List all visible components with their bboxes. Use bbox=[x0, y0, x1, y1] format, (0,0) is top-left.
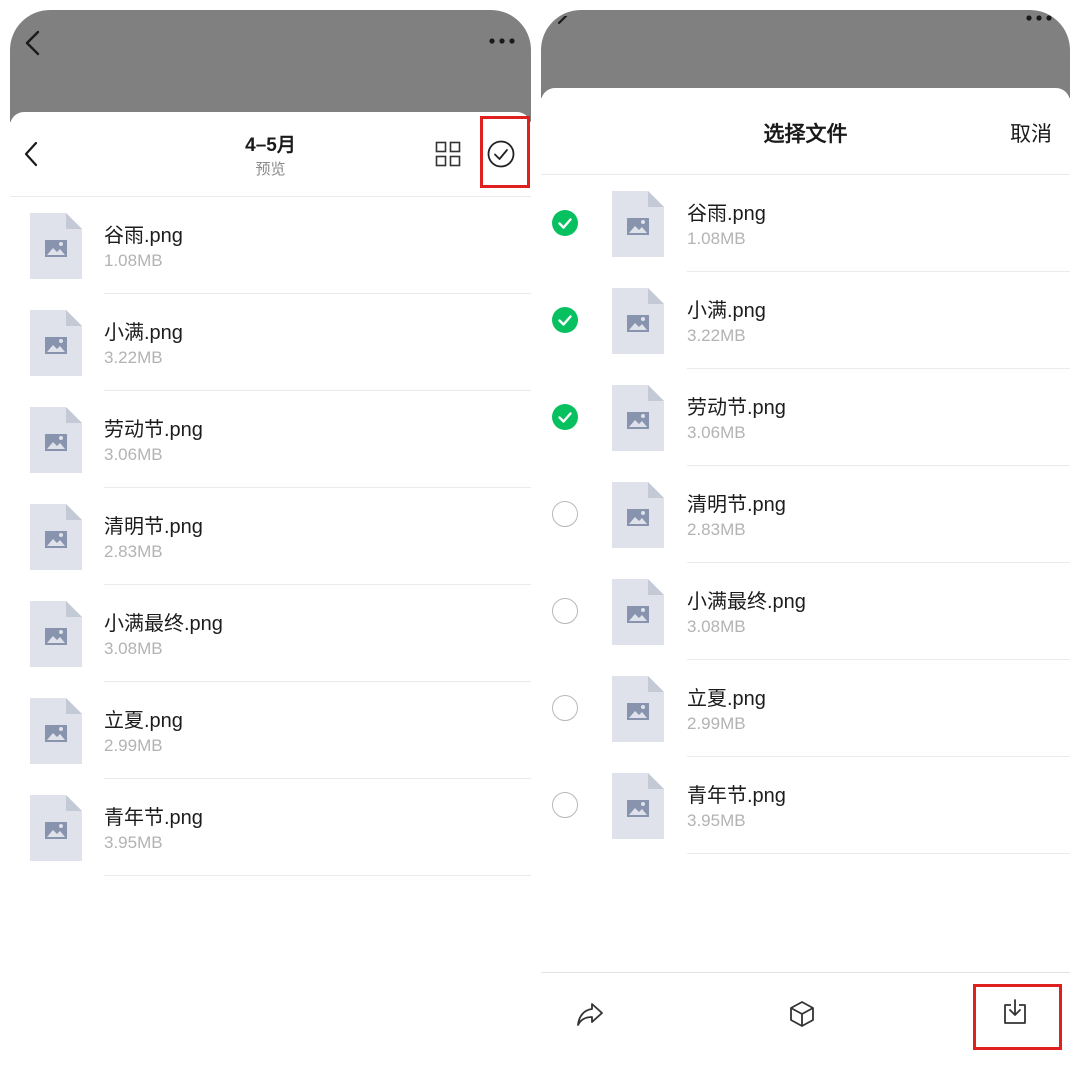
checked-circle-icon[interactable] bbox=[552, 404, 578, 430]
file-size: 1.08MB bbox=[104, 251, 163, 270]
file-name: 立夏.png bbox=[687, 688, 766, 710]
file-name: 清明节.png bbox=[104, 516, 203, 538]
highlight-box bbox=[480, 116, 530, 188]
image-file-icon bbox=[612, 773, 664, 839]
unchecked-circle-icon[interactable] bbox=[552, 695, 578, 721]
file-row[interactable]: 劳动节.png 3.06MB bbox=[541, 369, 1070, 466]
image-file-icon bbox=[30, 213, 82, 279]
file-size: 3.08MB bbox=[104, 639, 163, 658]
image-file-icon bbox=[612, 579, 664, 645]
background-overlay bbox=[10, 10, 531, 122]
checked-circle-icon[interactable] bbox=[552, 210, 578, 236]
file-name: 小满最终.png bbox=[687, 591, 806, 613]
file-size: 3.06MB bbox=[687, 423, 746, 442]
background-overlay bbox=[541, 10, 1070, 98]
image-file-icon bbox=[612, 676, 664, 742]
back-icon[interactable] bbox=[555, 16, 569, 32]
file-row[interactable]: 谷雨.png 1.08MB bbox=[541, 175, 1070, 272]
highlight-box bbox=[973, 984, 1062, 1050]
grid-view-icon[interactable] bbox=[435, 141, 461, 167]
cancel-button[interactable]: 取消 bbox=[1010, 118, 1052, 148]
row-divider bbox=[687, 853, 1070, 854]
back-icon[interactable] bbox=[24, 30, 42, 56]
file-size: 3.22MB bbox=[687, 326, 746, 345]
image-file-icon bbox=[30, 504, 82, 570]
file-size: 3.95MB bbox=[104, 833, 163, 852]
unchecked-circle-icon[interactable] bbox=[552, 792, 578, 818]
row-divider bbox=[104, 875, 531, 876]
image-file-icon bbox=[612, 191, 664, 257]
page-title: 选择文件 bbox=[763, 123, 848, 146]
file-row[interactable]: 青年节.png 3.95MB bbox=[10, 779, 531, 876]
file-name: 谷雨.png bbox=[104, 225, 183, 247]
file-row[interactable]: 小满.png 3.22MB bbox=[541, 272, 1070, 369]
file-row[interactable]: 谷雨.png 1.08MB bbox=[10, 197, 531, 294]
file-size: 1.08MB bbox=[687, 229, 746, 248]
unchecked-circle-icon[interactable] bbox=[552, 598, 578, 624]
file-size: 2.83MB bbox=[687, 520, 746, 539]
unchecked-circle-icon[interactable] bbox=[552, 501, 578, 527]
file-size: 3.95MB bbox=[687, 811, 746, 830]
file-size: 3.22MB bbox=[104, 348, 163, 367]
sheet-header: 选择文件 取消 bbox=[541, 88, 1070, 175]
file-row[interactable]: 小满.png 3.22MB bbox=[10, 294, 531, 391]
file-size: 2.99MB bbox=[104, 736, 163, 755]
file-name: 青年节.png bbox=[687, 785, 786, 807]
file-name: 谷雨.png bbox=[687, 203, 766, 225]
image-file-icon bbox=[30, 601, 82, 667]
file-row[interactable]: 清明节.png 2.83MB bbox=[541, 466, 1070, 563]
file-name: 劳动节.png bbox=[687, 397, 786, 419]
file-name: 劳动节.png bbox=[104, 419, 203, 441]
file-row[interactable]: 清明节.png 2.83MB bbox=[10, 488, 531, 585]
image-file-icon bbox=[30, 698, 82, 764]
file-name: 小满.png bbox=[104, 322, 183, 344]
box-icon[interactable] bbox=[789, 1000, 815, 1028]
left-screen: 4–5月 预览 谷雨.png 1.08MB 小满.png 3.22MB 劳动节.png 3… bbox=[10, 10, 531, 1072]
file-row[interactable]: 劳动节.png 3.06MB bbox=[10, 391, 531, 488]
file-size: 2.83MB bbox=[104, 542, 163, 561]
sheet-header: 4–5月 预览 bbox=[10, 112, 531, 197]
image-file-icon bbox=[30, 795, 82, 861]
checked-circle-icon[interactable] bbox=[552, 307, 578, 333]
file-row[interactable]: 立夏.png 2.99MB bbox=[10, 682, 531, 779]
file-row[interactable]: 小满最终.png 3.08MB bbox=[541, 563, 1070, 660]
select-sheet: 选择文件 取消 谷雨.png 1.08MB 小满.png 3.22MB 劳动节.png 3… bbox=[541, 88, 1070, 1072]
right-screen: 选择文件 取消 谷雨.png 1.08MB 小满.png 3.22MB 劳动节.png 3… bbox=[541, 10, 1070, 1072]
more-icon[interactable] bbox=[488, 37, 516, 45]
file-row[interactable]: 立夏.png 2.99MB bbox=[541, 660, 1070, 757]
image-file-icon bbox=[30, 310, 82, 376]
file-name: 小满.png bbox=[687, 300, 766, 322]
file-name: 清明节.png bbox=[687, 494, 786, 516]
more-icon[interactable] bbox=[1025, 14, 1053, 22]
image-file-icon bbox=[612, 385, 664, 451]
file-row[interactable]: 青年节.png 3.95MB bbox=[541, 757, 1070, 854]
share-icon[interactable] bbox=[576, 1001, 604, 1027]
image-file-icon bbox=[612, 482, 664, 548]
file-name: 小满最终.png bbox=[104, 613, 223, 635]
file-size: 3.08MB bbox=[687, 617, 746, 636]
file-size: 3.06MB bbox=[104, 445, 163, 464]
preview-sheet: 4–5月 预览 谷雨.png 1.08MB 小满.png 3.22MB 劳动节.png 3… bbox=[10, 112, 531, 1072]
file-size: 2.99MB bbox=[687, 714, 746, 733]
image-file-icon bbox=[612, 288, 664, 354]
file-name: 立夏.png bbox=[104, 710, 183, 732]
file-name: 青年节.png bbox=[104, 807, 203, 829]
file-row[interactable]: 小满最终.png 3.08MB bbox=[10, 585, 531, 682]
image-file-icon bbox=[30, 407, 82, 473]
